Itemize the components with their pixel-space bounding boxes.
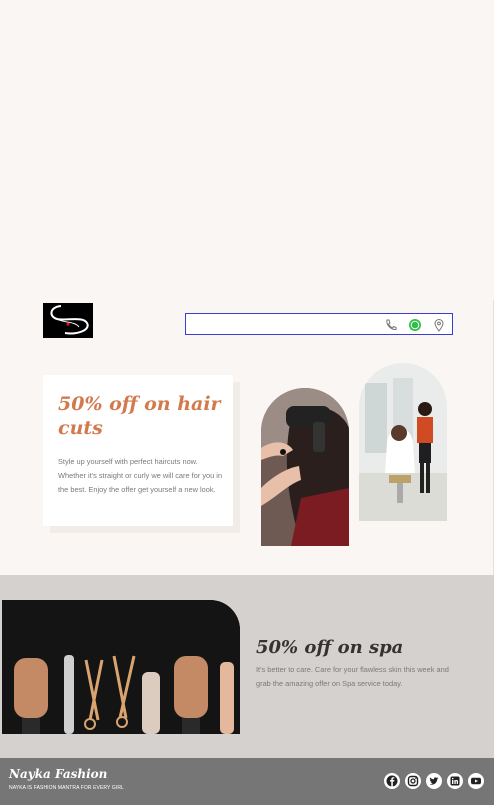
- phone-icon[interactable]: [383, 317, 399, 333]
- instagram-icon[interactable]: [405, 773, 421, 789]
- footer-tagline: NAYKA IS FASHION MANTRA FOR EVERY GIRL: [9, 785, 124, 791]
- twitter-icon[interactable]: [426, 773, 442, 789]
- hair-drying-photo: [261, 388, 349, 546]
- spa-offer-text: It's better to care. Care for your flawl…: [256, 665, 449, 688]
- spa-offer-title: 50% off on spa: [256, 637, 404, 658]
- location-pin-icon[interactable]: [431, 317, 447, 333]
- haircut-offer-title: 50% off on hair cuts: [58, 393, 221, 439]
- youtube-icon[interactable]: [468, 773, 484, 789]
- salon-interior-photo: [359, 363, 447, 521]
- haircut-offer-text: Style up yourself with perfect haircuts …: [58, 457, 223, 494]
- haircut-offer-card: 50% off on hair cuts Style up yourself w…: [43, 375, 233, 526]
- brand-logo[interactable]: [43, 303, 93, 338]
- linkedin-icon[interactable]: [447, 773, 463, 789]
- footer-brand[interactable]: Nayka Fashion: [9, 767, 107, 781]
- hair-tools-photo: [2, 600, 240, 734]
- site-footer: Nayka Fashion NAYKA IS FASHION MANTRA FO…: [0, 758, 494, 805]
- contact-bar: [185, 313, 453, 335]
- hero-placeholder: [0, 0, 494, 300]
- whatsapp-icon[interactable]: [407, 317, 423, 333]
- facebook-icon[interactable]: [384, 773, 400, 789]
